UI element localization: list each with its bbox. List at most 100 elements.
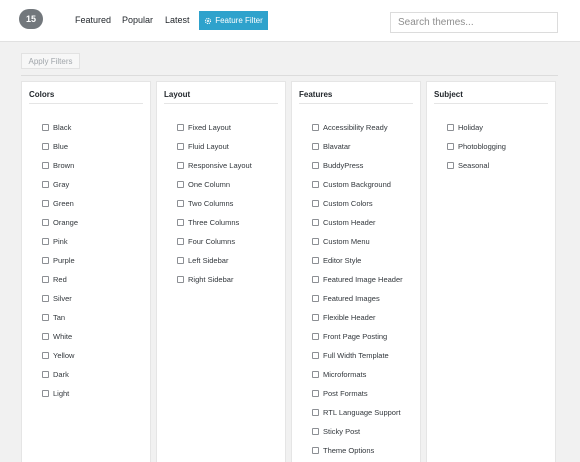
filter-checkbox[interactable] (42, 276, 49, 283)
filter-option[interactable]: Fluid Layout (177, 137, 252, 156)
tab-featured[interactable]: Featured (75, 15, 111, 25)
filter-checkbox[interactable] (42, 352, 49, 359)
filter-option[interactable]: Featured Image Header (312, 270, 403, 289)
filter-checkbox[interactable] (312, 333, 319, 340)
filter-option[interactable]: Photoblogging (447, 137, 506, 156)
filter-option[interactable]: One Column (177, 175, 252, 194)
filter-checkbox[interactable] (42, 390, 49, 397)
filter-option[interactable]: Post Formats (312, 384, 403, 403)
filter-option-label: Holiday (458, 123, 484, 132)
filter-option[interactable]: Brown (42, 156, 78, 175)
filter-option[interactable]: Seasonal (447, 156, 506, 175)
filter-option[interactable]: Pink (42, 232, 78, 251)
filter-checkbox[interactable] (42, 238, 49, 245)
filter-checkbox[interactable] (42, 181, 49, 188)
filter-checkbox[interactable] (177, 257, 184, 264)
filter-checkbox[interactable] (312, 295, 319, 302)
filter-option[interactable]: RTL Language Support (312, 403, 403, 422)
filter-option[interactable]: Custom Background (312, 175, 403, 194)
filter-option[interactable]: Two Columns (177, 194, 252, 213)
filter-option[interactable]: White (42, 327, 78, 346)
filter-option[interactable]: Orange (42, 213, 78, 232)
tab-latest[interactable]: Latest (165, 15, 190, 25)
filter-option-label: Tan (53, 313, 66, 322)
filter-option[interactable]: Green (42, 194, 78, 213)
filter-checkbox[interactable] (177, 124, 184, 131)
filter-checkbox[interactable] (177, 219, 184, 226)
filter-checkbox[interactable] (447, 124, 454, 131)
filter-checkbox[interactable] (312, 409, 319, 416)
filter-checkbox[interactable] (42, 371, 49, 378)
filter-checkbox[interactable] (312, 314, 319, 321)
filter-checkbox[interactable] (177, 162, 184, 169)
filter-checkbox[interactable] (312, 371, 319, 378)
filter-checkbox[interactable] (42, 295, 49, 302)
filter-checkbox[interactable] (312, 219, 319, 226)
filter-option[interactable]: Red (42, 270, 78, 289)
filter-option[interactable]: Holiday (447, 118, 506, 137)
filter-option[interactable]: Blue (42, 137, 78, 156)
filter-option-label: Red (53, 275, 67, 284)
filter-checkbox[interactable] (42, 219, 49, 226)
search-themes-input[interactable] (390, 12, 558, 33)
filter-checkbox[interactable] (177, 276, 184, 283)
filter-option[interactable]: Three Columns (177, 213, 252, 232)
tab-popular[interactable]: Popular (122, 15, 153, 25)
filter-option[interactable]: Dark (42, 365, 78, 384)
filter-checkbox[interactable] (312, 200, 319, 207)
filter-option[interactable]: Sticky Post (312, 422, 403, 441)
filter-checkbox[interactable] (312, 238, 319, 245)
filter-option[interactable]: Full Width Template (312, 346, 403, 365)
filter-checkbox[interactable] (177, 200, 184, 207)
filter-checkbox[interactable] (312, 124, 319, 131)
filter-checkbox[interactable] (177, 181, 184, 188)
filter-checkbox[interactable] (42, 200, 49, 207)
filter-checkbox[interactable] (177, 143, 184, 150)
feature-filter-button[interactable]: Feature Filter (199, 11, 268, 30)
filter-checkbox[interactable] (312, 162, 319, 169)
filter-option[interactable]: Custom Menu (312, 232, 403, 251)
apply-filters-button[interactable]: Apply Filters (21, 53, 80, 69)
filter-checkbox[interactable] (42, 162, 49, 169)
filter-checkbox[interactable] (42, 257, 49, 264)
filter-option[interactable]: Custom Header (312, 213, 403, 232)
filter-option[interactable]: Right Sidebar (177, 270, 252, 289)
filter-option[interactable]: Editor Style (312, 251, 403, 270)
filter-checkbox[interactable] (312, 352, 319, 359)
filter-option[interactable]: Front Page Posting (312, 327, 403, 346)
filter-checkbox[interactable] (312, 390, 319, 397)
filter-option[interactable]: Accessibility Ready (312, 118, 403, 137)
filter-checkbox[interactable] (312, 447, 319, 454)
filter-option[interactable]: Light (42, 384, 78, 403)
filter-option[interactable]: BuddyPress (312, 156, 403, 175)
filter-checkbox[interactable] (447, 143, 454, 150)
filter-option[interactable]: Yellow (42, 346, 78, 365)
filter-option[interactable]: Custom Colors (312, 194, 403, 213)
filter-checkbox[interactable] (177, 238, 184, 245)
filter-option[interactable]: Theme Options (312, 441, 403, 460)
filter-option-label: Three Columns (188, 218, 240, 227)
filter-checkbox[interactable] (42, 124, 49, 131)
filter-checkbox[interactable] (42, 143, 49, 150)
filter-checkbox[interactable] (42, 333, 49, 340)
filter-option[interactable]: Microformats (312, 365, 403, 384)
filter-option[interactable]: Tan (42, 308, 78, 327)
filter-option[interactable]: Silver (42, 289, 78, 308)
filter-option[interactable]: Flexible Header (312, 308, 403, 327)
filter-option[interactable]: Left Sidebar (177, 251, 252, 270)
filter-checkbox[interactable] (312, 276, 319, 283)
filter-option[interactable]: Purple (42, 251, 78, 270)
filter-option[interactable]: Blavatar (312, 137, 403, 156)
filter-checkbox[interactable] (42, 314, 49, 321)
filter-option[interactable]: Featured Images (312, 289, 403, 308)
filter-option[interactable]: Gray (42, 175, 78, 194)
filter-checkbox[interactable] (312, 181, 319, 188)
filter-checkbox[interactable] (312, 257, 319, 264)
filter-checkbox[interactable] (312, 428, 319, 435)
filter-checkbox[interactable] (447, 162, 454, 169)
filter-option[interactable]: Black (42, 118, 78, 137)
filter-checkbox[interactable] (312, 143, 319, 150)
filter-option[interactable]: Four Columns (177, 232, 252, 251)
filter-option[interactable]: Fixed Layout (177, 118, 252, 137)
filter-option[interactable]: Responsive Layout (177, 156, 252, 175)
